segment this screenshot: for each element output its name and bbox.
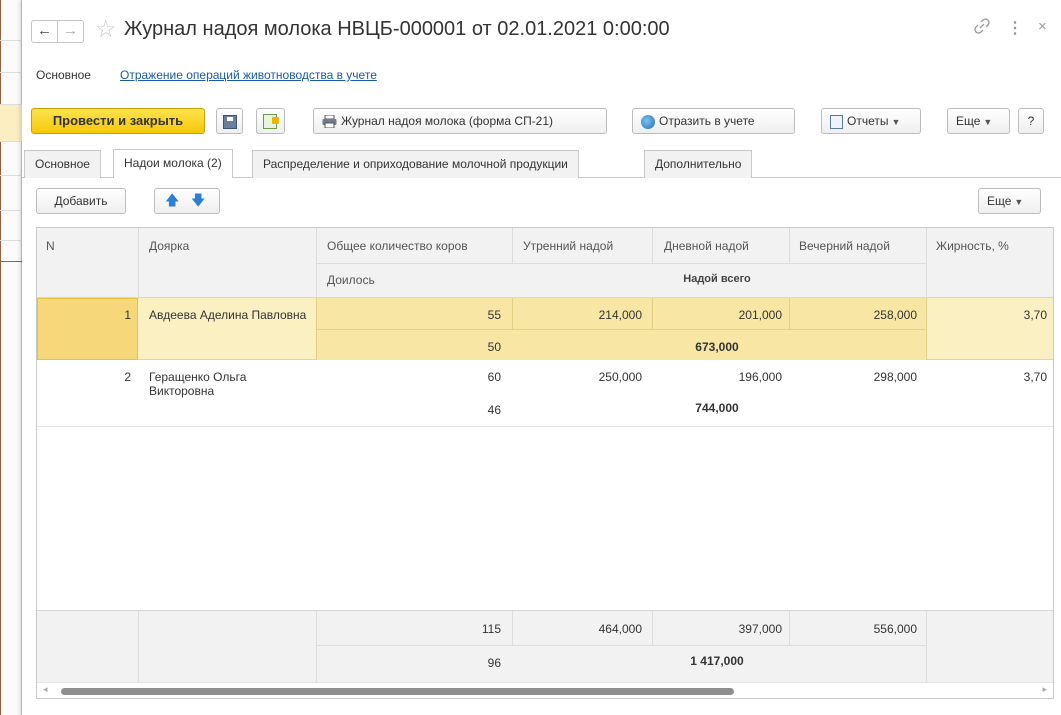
post-document-icon bbox=[263, 114, 279, 130]
nav-link-accounting[interactable]: Отражение операций животноводства в учет… bbox=[120, 68, 377, 82]
scrollbar-thumb[interactable] bbox=[61, 688, 734, 695]
scroll-right-icon[interactable]: ▸ bbox=[1042, 684, 1047, 695]
more-vertical-icon[interactable]: ⋮ bbox=[1007, 18, 1023, 38]
header-morning[interactable]: Утренний надой bbox=[523, 239, 613, 253]
post-and-close-button[interactable]: Провести и закрыть bbox=[31, 108, 205, 134]
milking-value: 46 bbox=[487, 403, 501, 417]
header-n[interactable]: N bbox=[46, 239, 55, 253]
arrow-left-icon: ← bbox=[37, 22, 52, 39]
page-title: Журнал надоя молока НВЦБ-000001 от 02.01… bbox=[124, 18, 670, 40]
tab-additional[interactable]: Дополнительно bbox=[644, 150, 753, 178]
arrow-up-icon[interactable]: 🡅 bbox=[165, 188, 179, 212]
header-total-cows[interactable]: Общее количество коров bbox=[327, 239, 468, 253]
title-bar: ← → ☆ Журнал надоя молока НВЦБ-000001 от… bbox=[22, 0, 1061, 60]
more-button[interactable]: Еще ▼ bbox=[947, 108, 1010, 134]
chevron-down-icon: ▼ bbox=[1014, 197, 1024, 207]
globe-icon bbox=[641, 114, 655, 129]
total-cows-value: 55 bbox=[487, 308, 501, 322]
tab-milk-yields[interactable]: Надои молока (2) bbox=[113, 149, 233, 178]
table-more-label: Еще bbox=[987, 194, 1012, 208]
link-icon[interactable] bbox=[974, 18, 990, 39]
forward-button[interactable]: → bbox=[57, 20, 84, 43]
reflect-in-accounting-button[interactable]: Отразить в учете bbox=[632, 108, 795, 134]
header-milkmaid[interactable]: Доярка bbox=[149, 239, 189, 253]
milkmaid-name: Геращенко Ольга Викторовна bbox=[149, 370, 247, 398]
save-button[interactable] bbox=[216, 108, 243, 134]
row-number: 1 bbox=[124, 308, 131, 322]
back-button[interactable]: ← bbox=[31, 20, 58, 43]
reflect-label: Отразить в учете bbox=[659, 114, 755, 128]
footer-morning: 464,000 bbox=[598, 622, 642, 636]
arrow-right-icon: → bbox=[63, 22, 78, 39]
chevron-down-icon: ▼ bbox=[983, 117, 993, 127]
footer-total-cows: 115 bbox=[481, 622, 501, 636]
reports-label: Отчеты bbox=[847, 114, 889, 128]
milkmaid-name: Авдеева Аделина Павловна bbox=[149, 308, 307, 322]
more-label: Еще bbox=[956, 114, 981, 128]
header-total-yield[interactable]: Надой всего bbox=[512, 273, 922, 285]
tab-distribution[interactable]: Распределение и оприходование молочной п… bbox=[252, 150, 579, 178]
table-header: N Доярка Общее количество коров Доилось … bbox=[37, 228, 1053, 298]
save-icon bbox=[223, 114, 237, 129]
post-button[interactable] bbox=[256, 108, 285, 134]
reports-icon bbox=[830, 114, 843, 129]
help-button[interactable]: ? bbox=[1018, 108, 1044, 134]
table-toolbar: Добавить 🡅 🡇 Еще ▼ bbox=[22, 188, 1061, 218]
move-buttons: 🡅 🡇 bbox=[154, 188, 220, 214]
scroll-left-icon[interactable]: ◂ bbox=[43, 684, 48, 695]
header-evening[interactable]: Вечерний надой bbox=[799, 239, 890, 253]
arrow-down-icon[interactable]: 🡇 bbox=[191, 188, 205, 212]
close-icon[interactable]: × bbox=[1038, 18, 1047, 35]
footer-evening: 556,000 bbox=[873, 622, 917, 636]
chevron-down-icon: ▼ bbox=[891, 117, 901, 127]
total-yield-value: 673,000 bbox=[695, 340, 739, 354]
total-cows-value: 60 bbox=[487, 370, 501, 384]
header-milking[interactable]: Доилось bbox=[327, 273, 375, 287]
header-fat[interactable]: Жирность, % bbox=[936, 239, 1009, 253]
footer-total-yield: 1 417,000 bbox=[690, 654, 744, 668]
evening-value: 298,000 bbox=[873, 370, 917, 384]
table-more-button[interactable]: Еще ▼ bbox=[978, 188, 1041, 214]
row-number: 2 bbox=[124, 370, 131, 384]
background-app-strip bbox=[0, 0, 22, 715]
total-yield-value: 744,000 bbox=[695, 401, 739, 415]
print-form-button[interactable]: Журнал надоя молока (форма СП-21) bbox=[313, 108, 607, 134]
form-navigation: Основное Отражение операций животноводст… bbox=[22, 60, 1061, 90]
reports-button[interactable]: Отчеты ▼ bbox=[821, 108, 921, 134]
day-value: 196,000 bbox=[738, 370, 782, 384]
table-footer-totals: 115 96 464,000 397,000 556,000 1 417,000 bbox=[37, 610, 1053, 683]
milk-yield-table: N Доярка Общее количество коров Доилось … bbox=[36, 227, 1054, 699]
evening-value: 258,000 bbox=[873, 308, 917, 322]
tab-bar: Основное Надои молока (2) Распределение … bbox=[22, 148, 1061, 178]
day-value: 201,000 bbox=[738, 308, 782, 322]
print-form-label: Журнал надоя молока (форма СП-21) bbox=[341, 114, 554, 128]
command-bar: Провести и закрыть Журнал надоя молока (… bbox=[22, 108, 1061, 138]
horizontal-scrollbar[interactable]: ◂ ▸ bbox=[37, 682, 1053, 698]
footer-day: 397,000 bbox=[738, 622, 782, 636]
milking-value: 50 bbox=[487, 340, 501, 354]
table-row[interactable]: 2 Геращенко Ольга Викторовна 60 46 250,0… bbox=[37, 360, 1053, 427]
table-row[interactable]: 1 Авдеева Аделина Павловна 55 50 214,000… bbox=[37, 298, 1053, 360]
tab-main[interactable]: Основное bbox=[24, 150, 101, 178]
footer-milking: 96 bbox=[487, 656, 501, 670]
favorite-star-icon[interactable]: ☆ bbox=[95, 16, 117, 44]
fat-value: 3,70 bbox=[1023, 370, 1047, 384]
fat-value: 3,70 bbox=[1023, 308, 1047, 322]
header-day[interactable]: Дневной надой bbox=[664, 239, 749, 253]
document-window: ← → ☆ Журнал надоя молока НВЦБ-000001 от… bbox=[22, 0, 1061, 715]
printer-icon bbox=[322, 115, 337, 129]
morning-value: 214,000 bbox=[598, 308, 642, 322]
nav-main[interactable]: Основное bbox=[36, 68, 91, 82]
add-button[interactable]: Добавить bbox=[36, 188, 126, 214]
morning-value: 250,000 bbox=[598, 370, 642, 384]
